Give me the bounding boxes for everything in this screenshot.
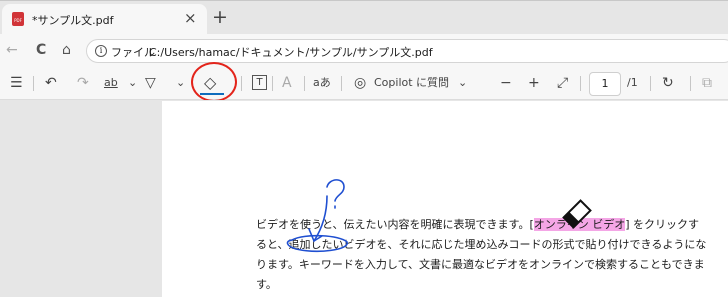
arrow-shaft-ink [313,195,328,242]
ink-annotations [286,179,592,252]
question-mark-ink [326,179,345,202]
eraser-cursor-icon [562,199,592,229]
